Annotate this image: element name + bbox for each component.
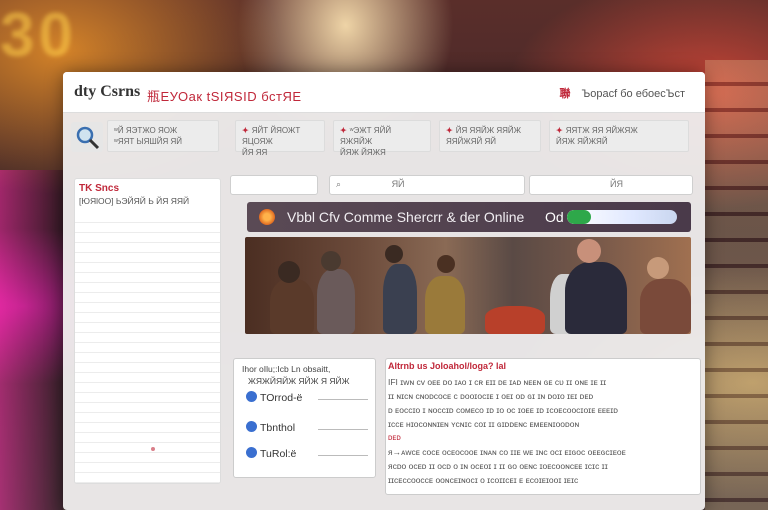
store-shelf-right: [705, 60, 768, 510]
photo-person: [425, 276, 465, 334]
photo-person: [565, 262, 627, 334]
promo-banner[interactable]: Vbbl Cfv Comme Shercrr & der Online Od: [247, 202, 691, 232]
category-card-2[interactable]: ✦ ЯЙТ ЙЯОЖТ ЯЦОЯЖ ЙЯ ЯЯ: [235, 120, 325, 157]
neon-sign: 30: [0, 1, 77, 70]
search-field-1[interactable]: [230, 175, 318, 195]
article-line: ɪɪᴄᴇᴄᴄᴏᴏᴄᴄᴇ ᴏᴏɴᴄᴇɪɴᴏᴄɪ ᴏ ɪᴄᴏɪɪᴄᴇɪ ᴇ ᴇᴄᴏɪ…: [388, 475, 579, 485]
account-link[interactable]: Ъорасf бо ебоесЪст: [582, 88, 685, 100]
search-field-3-text: ЙЯ: [610, 179, 623, 189]
article-panel: Altrnb us JoIoahol/loga? lal IFI ɪᴡɴ ᴄᴠ …: [385, 358, 701, 495]
sidebar-panel: TK Sncs [ЮЯlOO] ЬЭЙЯЙ Ь ЙЯ ЯЯЙ: [74, 178, 221, 484]
sidebar-list: [75, 213, 220, 483]
option-underline: [318, 399, 368, 400]
option-radio-icon: [246, 447, 257, 458]
category-card-1[interactable]: ʷЙ ЯЭТЖО ЯОЖ ʷЯЯТ ЫЯШЙЯ ЯЙ: [107, 120, 219, 152]
market-photo[interactable]: [245, 237, 691, 334]
options-panel-heading-line: ЖЯЖЙЯЙЖ ЯЙЖ Я ЯЙЖ: [248, 376, 350, 386]
category-line: ЯЙТ ЙЯОЖТ ЯЦОЯЖ: [242, 126, 301, 146]
article-section-label: ᴅᴇᴅ: [388, 433, 401, 442]
sidebar-marker: [151, 447, 155, 451]
option-underline: [318, 455, 368, 456]
options-panel-heading: Ihor oIlu;:Icb Ln obsaitt, ЖЯЖЙЯЙЖ ЯЙЖ Я…: [242, 363, 349, 387]
option-radio-icon: [246, 421, 257, 432]
category-line: ЙЯЖ ЯЙЖЯЙ: [556, 137, 608, 146]
option-label: TuRol:ё: [260, 448, 297, 460]
options-panel-heading-line: Ihor oIlu;:Icb Ln obsaitt,: [242, 364, 331, 374]
sidebar-title: TK Sncs: [79, 183, 120, 194]
photo-person-head: [385, 245, 403, 263]
top-bar: dty Csrns 瓶ЕУОак tSIЯSID бстЯЕ 聯 Ъорасf …: [63, 72, 705, 113]
search-field-2[interactable]: ⌕ ЯЙ: [329, 175, 525, 195]
category-line: ʷЙ ЯЭТЖО ЯОЖ: [114, 126, 178, 135]
option-item-2[interactable]: Tbnthol: [246, 421, 368, 437]
search-field-3[interactable]: ЙЯ: [529, 175, 693, 195]
category-card-3[interactable]: ✦ ʷЭЖТ ЯЙЙ ЯЖЯЙЖ ЙЯЖ ЙЯЖЯ: [333, 120, 431, 157]
top-right-menu[interactable]: 聯 Ъорасf бо ебоесЪст: [560, 85, 685, 101]
photo-person-head: [647, 257, 669, 279]
promo-od-label: Od: [545, 209, 564, 225]
option-label: TOrrod-ё: [260, 392, 303, 404]
category-line: ЙЯ ЯЯ: [242, 148, 268, 157]
article-line: ɪᴄᴄᴇ ʜɪᴏᴄᴏɴɴɪᴇɴ ʏᴄɴɪᴄ ᴄᴏɪ ɪɪ ɢɪᴅᴅᴇɴᴄ ᴇᴍᴇ…: [388, 419, 580, 429]
language-flag[interactable]: 聯: [560, 88, 571, 100]
magnifier-icon[interactable]: [71, 122, 103, 152]
article-line: ᴙᴄᴅᴏ ᴏᴄᴇᴅ ɪɪ ᴏᴄᴅ ᴏ ɪɴ ᴏᴄᴇᴏɪ ɪ ɪɪ ɢᴏ ᴏᴇɴᴄ…: [388, 461, 608, 471]
photo-person: [383, 264, 417, 334]
brand-logo[interactable]: dty Csrns: [74, 83, 140, 101]
category-card-5[interactable]: ✦ ЯЯТЖ ЯЯ ЯЙЖЯЖ ЙЯЖ ЯЙЖЯЙ: [549, 120, 689, 152]
article-line: ᴙ→ᴀᴡᴄᴇ ᴄᴏᴄᴇ ᴏᴄᴇᴏᴄᴏᴏᴇ ɪɴᴀɴ ᴄᴏ ɪɪᴇ ᴡᴇ ɪɴᴄ …: [388, 447, 626, 457]
search-field-2-text: ЯЙ: [391, 179, 405, 189]
category-row: ʷЙ ЯЭТЖО ЯОЖ ʷЯЯТ ЫЯШЙЯ ЯЙ ✦ ЯЙТ ЙЯОЖТ ЯЦ…: [63, 112, 705, 160]
option-radio-icon: [246, 391, 257, 402]
option-item-1[interactable]: TOrrod-ё: [246, 391, 368, 407]
article-line: IFI ɪᴡɴ ᴄᴠ ᴏᴇᴇ ᴅᴏ ɪᴀᴏ ɪ ᴄʀ ᴇɪɪ ᴅᴇ ɪᴀᴅ ɴᴇ…: [388, 377, 607, 387]
photo-person-head: [437, 255, 455, 273]
options-panel: Ihor oIlu;:Icb Ln obsaitt, ЖЯЖЙЯЙЖ ЯЙЖ Я…: [233, 358, 376, 478]
photo-person: [640, 279, 691, 334]
article-line: ɪɪ ɴɪᴄɴ ᴄɴᴏᴅᴄᴏᴄᴇ ᴄ ᴅᴏᴏɪᴏᴄɪᴇ ɪ ᴏᴇɪ ᴏᴅ ɢɪ …: [388, 391, 594, 401]
tag-icon: ✦: [446, 126, 453, 135]
tag-icon: ✦: [556, 126, 563, 135]
tag-icon: ✦: [340, 126, 347, 135]
category-line: ʷЯЯТ ЫЯШЙЯ ЯЙ: [114, 137, 182, 146]
promo-logo-icon: [259, 209, 275, 225]
category-line: ʷЭЖТ ЯЙЙ ЯЖЯЙЖ: [340, 126, 392, 146]
category-card-4[interactable]: ✦ ЙЯ ЯЯЙЖ ЯЯЙЖ ЯЯЙЖЯЙ ЯЙ: [439, 120, 541, 152]
neon-glow-left: [0, 170, 63, 510]
category-line: ЯЯТЖ ЯЯ ЯЙЖЯЖ: [565, 126, 638, 135]
photo-stall: [485, 306, 545, 334]
app-window: dty Csrns 瓶ЕУОак tSIЯSID бстЯЕ 聯 Ъорасf …: [63, 72, 705, 510]
promo-progress-bar: [567, 210, 677, 224]
photo-person: [317, 269, 355, 334]
option-underline: [318, 429, 368, 430]
brand-tagline: 瓶ЕУОак tSIЯSID бстЯЕ: [147, 89, 302, 104]
article-title: Altrnb us JoIoahol/loga? lal: [388, 361, 507, 371]
photo-person-head: [278, 261, 300, 283]
tag-icon: ✦: [242, 126, 249, 135]
photo-person-head: [577, 239, 601, 263]
option-label: Tbnthol: [260, 422, 296, 434]
search-icon: ⌕: [336, 179, 342, 189]
promo-title: Vbbl Cfv Comme Shercrr & der Online: [287, 209, 525, 225]
category-line: ЙЯЖ ЙЯЖЯ: [340, 148, 386, 157]
promo-progress-fill: [567, 210, 592, 224]
article-line: ᴅ ᴇᴏᴄᴄɪᴏ ɪ ɴᴏᴄᴄɪᴅ ᴄᴏᴍᴇᴄᴏ ɪᴅ ɪᴏ ᴏᴄ ɪᴏᴇᴇ ɪ…: [388, 405, 618, 415]
category-line: ЯЯЙЖЯЙ ЯЙ: [446, 137, 496, 146]
photo-person: [270, 279, 314, 334]
sidebar-subtitle[interactable]: [ЮЯlOO] ЬЭЙЯЙ Ь ЙЯ ЯЯЙ: [79, 196, 189, 206]
category-line: ЙЯ ЯЯЙЖ ЯЯЙЖ: [455, 126, 522, 135]
option-item-3[interactable]: TuRol:ё: [246, 447, 368, 463]
photo-person-head: [321, 251, 341, 271]
